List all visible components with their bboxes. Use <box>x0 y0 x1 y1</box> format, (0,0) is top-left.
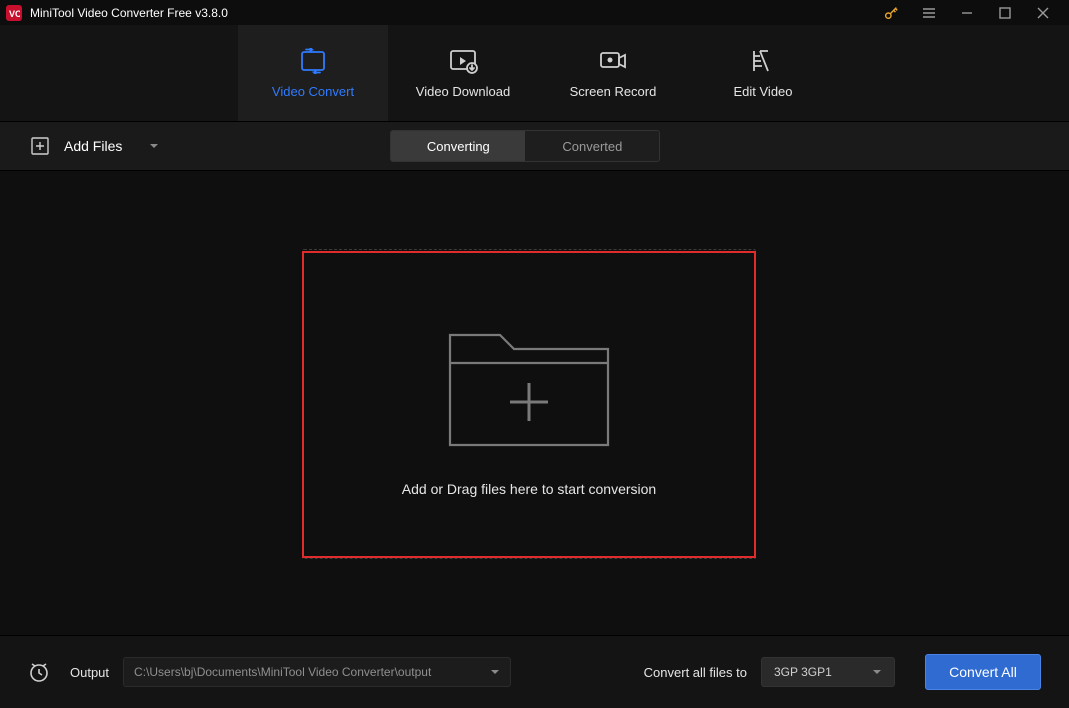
svg-text:VC: VC <box>9 9 20 19</box>
tab-video-convert[interactable]: Video Convert <box>238 25 388 121</box>
add-file-icon <box>30 136 50 156</box>
output-path-select[interactable]: C:\Users\bj\Documents\MiniTool Video Con… <box>123 657 511 687</box>
tab-label: Video Download <box>416 84 510 99</box>
status-segmented: Converting Converted <box>390 130 660 162</box>
maximize-button[interactable] <box>997 5 1013 21</box>
tab-video-download[interactable]: Video Download <box>388 25 538 121</box>
tab-edit-video[interactable]: Edit Video <box>688 25 838 121</box>
tab-label: Video Convert <box>272 84 354 99</box>
folder-plus-icon <box>444 313 614 453</box>
toolbar: Add Files Converting Converted <box>0 121 1069 171</box>
drop-text: Add or Drag files here to start conversi… <box>402 481 656 497</box>
add-files-label: Add Files <box>64 138 122 154</box>
format-select[interactable]: 3GP 3GP1 <box>761 657 895 687</box>
main-tabs: Video Convert Video Download Screen Reco… <box>0 25 1069 121</box>
convert-all-label: Convert all files to <box>644 665 747 680</box>
close-button[interactable] <box>1035 5 1051 21</box>
convert-icon <box>298 48 328 74</box>
edit-icon <box>748 48 778 74</box>
seg-converting[interactable]: Converting <box>391 131 525 161</box>
menu-icon[interactable] <box>921 5 937 21</box>
format-selected-text: 3GP 3GP1 <box>774 665 872 679</box>
chevron-down-icon <box>490 667 500 677</box>
add-files-button[interactable]: Add Files <box>30 136 160 156</box>
tab-screen-record[interactable]: Screen Record <box>538 25 688 121</box>
output-path-text: C:\Users\bj\Documents\MiniTool Video Con… <box>134 665 490 679</box>
app-title: MiniTool Video Converter Free v3.8.0 <box>30 6 228 20</box>
convert-all-button[interactable]: Convert All <box>925 654 1041 690</box>
output-label: Output <box>70 665 109 680</box>
stage: Add or Drag files here to start conversi… <box>0 171 1069 635</box>
drop-zone[interactable]: Add or Drag files here to start conversi… <box>302 251 756 558</box>
bottombar: Output C:\Users\bj\Documents\MiniTool Vi… <box>0 635 1069 708</box>
clock-icon[interactable] <box>28 661 50 683</box>
download-icon <box>448 48 478 74</box>
seg-converted[interactable]: Converted <box>525 131 659 161</box>
key-icon[interactable] <box>883 5 899 21</box>
record-icon <box>598 48 628 74</box>
titlebar: VC MiniTool Video Converter Free v3.8.0 <box>0 0 1069 25</box>
app-logo: VC <box>6 5 22 21</box>
chevron-down-icon <box>148 140 160 152</box>
chevron-down-icon <box>872 667 882 677</box>
tab-label: Screen Record <box>570 84 657 99</box>
minimize-button[interactable] <box>959 5 975 21</box>
tab-label: Edit Video <box>733 84 792 99</box>
